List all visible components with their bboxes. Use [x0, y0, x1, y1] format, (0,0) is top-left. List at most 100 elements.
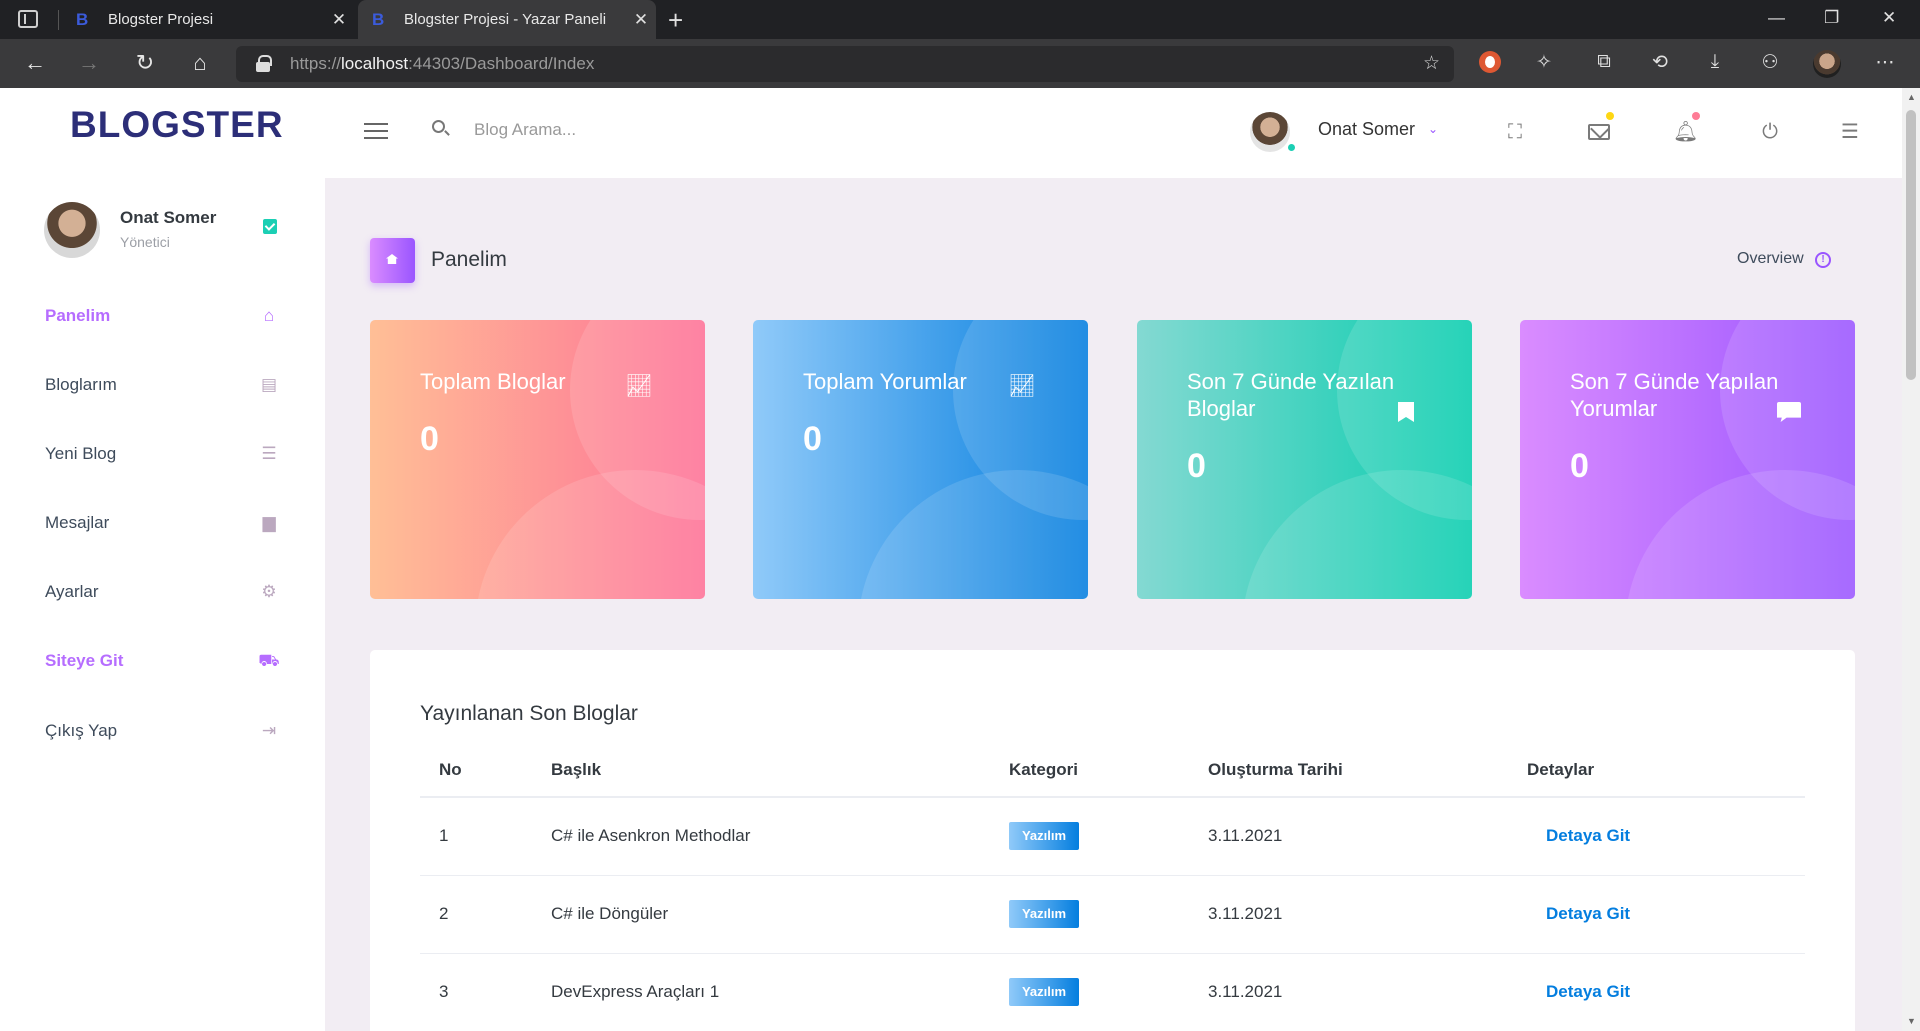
scroll-down-icon[interactable]: ▼	[1907, 1016, 1916, 1026]
history-icon[interactable]: ⟲	[1646, 51, 1674, 74]
sidebar-profile-name: Onat Somer	[120, 208, 217, 227]
performance-icon[interactable]: ⚇	[1756, 51, 1784, 74]
scroll-up-icon[interactable]: ▲	[1907, 92, 1916, 102]
menu-toggle-icon[interactable]	[364, 123, 388, 139]
category-badge: Yazılım	[1009, 978, 1079, 1006]
more-menu-icon[interactable]: ⋯	[1871, 51, 1899, 74]
recent-blogs-card: Yayınlanan Son Bloglar No Başlık Kategor…	[370, 650, 1855, 1031]
search-input[interactable]	[474, 116, 774, 144]
info-icon[interactable]: !	[1815, 252, 1831, 268]
home-icon[interactable]: ⌂	[185, 50, 215, 76]
header-user-name[interactable]: Onat Somer	[1318, 119, 1415, 140]
browser-tab-2[interactable]: B Blogster Projesi - Yazar Paneli ✕	[358, 0, 656, 39]
close-tab-icon[interactable]: ✕	[324, 10, 354, 30]
sidebar-item-ayarlar[interactable]: Ayarlar ⚙	[0, 568, 325, 618]
sidebar-item-label: Çıkış Yap	[45, 721, 118, 740]
download-icon[interactable]: ⤓	[1701, 51, 1729, 73]
scroll-thumb[interactable]	[1906, 110, 1916, 380]
power-icon[interactable]: ⏻	[1758, 120, 1782, 144]
collections-icon[interactable]: ⧉	[1590, 51, 1618, 73]
stat-card-title: Son 7 Günde Yazılan Bloglar	[1187, 369, 1395, 421]
url-field[interactable]: https://localhost:44303/Dashboard/Index …	[236, 46, 1454, 82]
app-header: BLOGSTER Onat Somer ⌄ ⛶ 🔔︎ ⏻ ☰	[0, 88, 1902, 178]
extensions-icon[interactable]: ✧	[1530, 51, 1558, 74]
minimize-icon[interactable]: —	[1768, 8, 1785, 28]
browser-profile-avatar[interactable]	[1813, 50, 1841, 78]
back-icon[interactable]: ←	[20, 50, 50, 76]
new-tab-icon[interactable]: +	[668, 5, 683, 36]
column-header: Kategori	[1009, 760, 1078, 779]
logout-icon: ⇥	[261, 721, 277, 740]
favicon-icon: B	[76, 9, 89, 29]
table-row: 3 DevExpress Araçları 1 Yazılım 3.11.202…	[420, 954, 1805, 1031]
row-title: DevExpress Araçları 1	[551, 982, 720, 1001]
row-title: C# ile Döngüler	[551, 904, 669, 923]
category-badge: Yazılım	[1009, 900, 1079, 928]
stat-card-recent-comments: Son 7 Günde Yapılan Yorumlar 0	[1520, 320, 1855, 599]
close-window-icon[interactable]: ✕	[1882, 8, 1896, 28]
stat-card-total-blogs: Toplam Bloglar 📈︎ 0	[370, 320, 705, 599]
row-title: C# ile Asenkron Methodlar	[551, 826, 751, 845]
sidebar-item-yeni-blog[interactable]: Yeni Blog ☰	[0, 430, 325, 480]
favicon-icon: B	[372, 9, 385, 29]
row-no: 3	[439, 982, 449, 1001]
table-row: 1 C# ile Asenkron Methodlar Yazılım 3.11…	[420, 798, 1805, 876]
tab-actions-icon[interactable]	[18, 10, 38, 28]
browser-tab-bar: B Blogster Projesi ✕ B Blogster Projesi …	[0, 0, 1920, 39]
sidebar-item-label: Siteye Git	[45, 651, 124, 670]
overview-label[interactable]: Overview	[1737, 250, 1804, 268]
fullscreen-icon[interactable]: ⛶	[1503, 120, 1527, 144]
sidebar-item-siteye-git[interactable]: Siteye Git ⛟	[0, 637, 325, 687]
column-header: Oluşturma Tarihi	[1208, 760, 1343, 779]
stat-card-value: 0	[420, 420, 439, 458]
stat-card-title: Son 7 Günde Yapılan Yorumlar	[1570, 369, 1779, 421]
tab-separator	[58, 10, 59, 30]
stat-card-recent-blogs: Son 7 Günde Yazılan Bloglar 0	[1137, 320, 1472, 599]
settings-panel-icon[interactable]: ☰	[1838, 120, 1862, 144]
sidebar-item-label: Yeni Blog	[45, 444, 117, 463]
detail-link[interactable]: Detaya Git	[1546, 982, 1630, 1002]
chart-line-icon: 📈︎	[1008, 373, 1036, 398]
online-status-dot	[1286, 142, 1297, 153]
stat-card-value: 0	[803, 420, 822, 458]
sidebar-item-panelim[interactable]: Panelim ⌂	[0, 292, 325, 342]
lock-icon	[256, 55, 272, 72]
stat-card-title: Toplam Bloglar	[420, 369, 566, 394]
browser-tab-1[interactable]: B Blogster Projesi ✕	[62, 0, 354, 39]
stat-card-value: 0	[1570, 447, 1589, 485]
gear-icon: ⚙	[261, 582, 277, 601]
sidebar-item-mesajlar[interactable]: Mesajlar ▆	[0, 499, 325, 549]
page-scrollbar[interactable]: ▲ ▼	[1902, 88, 1920, 1031]
table-row: 2 C# ile Döngüler Yazılım 3.11.2021 Deta…	[420, 876, 1805, 954]
duckduckgo-extension-icon[interactable]	[1479, 51, 1501, 73]
chevron-down-icon[interactable]: ⌄	[1428, 122, 1438, 136]
brand-logo[interactable]: BLOGSTER	[70, 104, 284, 146]
tab-title: Blogster Projesi	[108, 11, 214, 28]
sidebar-item-label: Panelim	[45, 306, 111, 325]
column-header: No	[439, 760, 462, 779]
contacts-icon: ▤	[260, 375, 278, 394]
avatar[interactable]	[1250, 112, 1290, 152]
list-icon: ☰	[261, 444, 277, 463]
forward-icon[interactable]: →	[74, 50, 104, 76]
mail-notification-dot	[1606, 112, 1614, 120]
message-icon: ▆	[262, 513, 276, 532]
mail-icon[interactable]	[1588, 124, 1610, 140]
row-no: 2	[439, 904, 449, 923]
sidebar-item-cikis-yap[interactable]: Çıkış Yap ⇥	[0, 707, 325, 757]
refresh-icon[interactable]: ↻	[130, 50, 160, 76]
detail-link[interactable]: Detaya Git	[1546, 904, 1630, 924]
avatar[interactable]	[44, 202, 100, 258]
row-no: 1	[439, 826, 449, 845]
close-tab-icon[interactable]: ✕	[626, 10, 656, 30]
detail-link[interactable]: Detaya Git	[1546, 826, 1630, 846]
column-header: Başlık	[551, 760, 602, 779]
home-icon	[370, 238, 415, 283]
favorite-star-icon[interactable]: ☆	[1423, 52, 1440, 75]
sidebar: Onat Somer Yönetici Panelim ⌂ Bloglarım …	[0, 178, 325, 1031]
bell-icon[interactable]: 🔔︎	[1673, 120, 1698, 144]
sidebar-item-bloglarim[interactable]: Bloglarım ▤	[0, 361, 325, 411]
home-icon: ⌂	[263, 306, 275, 325]
section-title: Yayınlanan Son Bloglar	[420, 702, 638, 725]
restore-icon[interactable]: ❐	[1824, 8, 1839, 28]
